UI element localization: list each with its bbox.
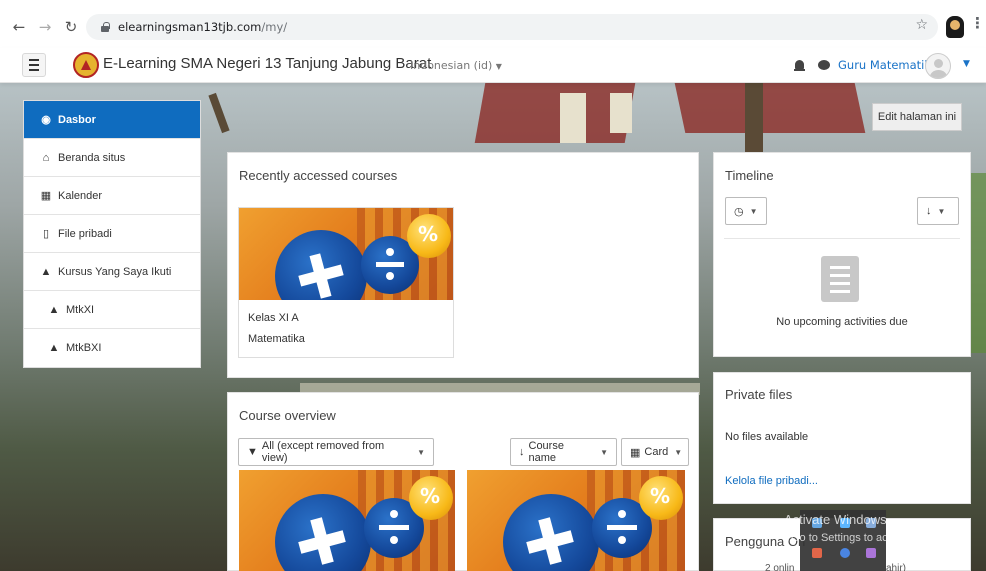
file-icon: ▯ xyxy=(42,228,50,240)
chevron-down-icon: ▼ xyxy=(937,206,946,216)
course-image[interactable]: % xyxy=(467,470,685,571)
edit-page-button[interactable]: Edit halaman ini xyxy=(872,103,962,131)
view-label: Card xyxy=(644,446,669,458)
timeline-filter-dropdown[interactable]: ◷ ▼ xyxy=(725,197,767,225)
sidebar-item-mtkbxi[interactable]: ▲ MtkBXI xyxy=(24,329,200,367)
avatar[interactable] xyxy=(925,53,951,79)
tray-app-icon[interactable] xyxy=(840,548,850,558)
sort-label: Course name xyxy=(528,440,564,464)
notification-bell-icon[interactable] xyxy=(794,60,805,72)
sidebar-item-label: File pribadi xyxy=(58,227,112,240)
chevron-down-icon: ▼ xyxy=(495,62,502,71)
graduation-cap-icon: ▲ xyxy=(40,265,52,278)
online-count-text: 2 onlin xyxy=(765,563,795,571)
manage-private-files-link[interactable]: Kelola file pribadi... xyxy=(725,475,818,487)
tray-app-icon[interactable] xyxy=(812,548,822,558)
clock-icon: ◷ xyxy=(734,205,744,218)
bookmark-star-icon[interactable]: ☆ xyxy=(915,17,928,33)
sort-icon: ↓ xyxy=(519,446,525,458)
graduation-cap-icon: ▲ xyxy=(48,342,60,354)
sidebar-item-file-pribadi[interactable]: ▯ File pribadi xyxy=(24,215,200,253)
url-path: /my/ xyxy=(261,20,288,34)
extension-icon[interactable] xyxy=(946,16,964,38)
course-category: Matematika xyxy=(248,333,305,345)
course-view-dropdown[interactable]: ▦ Card ▼ xyxy=(621,438,689,466)
sidebar-item-kursus-yang-saya-ikuti[interactable]: ▲ Kursus Yang Saya Ikuti xyxy=(24,253,200,291)
course-image[interactable]: % xyxy=(239,208,453,300)
menu-toggle-button[interactable] xyxy=(22,53,46,77)
calendar-icon: ▦ xyxy=(40,190,52,202)
card-title: Recently accessed courses xyxy=(239,168,398,183)
language-label: Indonesian (id) xyxy=(410,59,493,72)
sidebar-item-label: Dasbor xyxy=(58,113,96,126)
sidebar-item-dasbor[interactable]: ◉ Dasbor xyxy=(24,101,200,139)
chevron-down-icon: ▼ xyxy=(749,206,758,216)
sidebar-item-label: Beranda situs xyxy=(58,151,126,164)
sidebar-item-label: Kalender xyxy=(58,189,103,202)
sidebar-item-kalender[interactable]: ▦ Kalender xyxy=(24,177,200,215)
divider xyxy=(724,238,960,239)
sidebar-item-label: Kursus Yang Saya Ikuti xyxy=(58,265,172,278)
chevron-down-icon: ▼ xyxy=(417,447,425,457)
back-icon[interactable]: ← xyxy=(8,12,30,42)
course-name[interactable]: Kelas XI A xyxy=(248,312,299,324)
sidebar-item-beranda-situs[interactable]: ⌂ Beranda situs xyxy=(24,139,200,177)
filter-icon: ▼ xyxy=(247,446,258,458)
site-navbar: E-Learning SMA Negeri 13 Tanjung Jabung … xyxy=(0,48,986,83)
address-bar[interactable]: elearningsman13tjb.com/my/ ☆ xyxy=(86,14,938,40)
graduation-cap-icon: ▲ xyxy=(48,303,60,316)
windows-activation-title: Activate Windows xyxy=(784,512,887,527)
sort-icon: ↓ xyxy=(926,205,932,217)
screen: ← → ↻ elearningsman13tjb.com/my/ ☆ ⋮ E-L… xyxy=(0,0,986,571)
chevron-down-icon: ▼ xyxy=(600,447,608,457)
sidebar-item-mtkxi[interactable]: ▲ MtkXI xyxy=(24,291,200,329)
lock-icon xyxy=(100,22,110,32)
browser-chrome: ← → ↻ elearningsman13tjb.com/my/ ☆ ⋮ xyxy=(0,0,986,48)
online-count-text-tail: ahir) xyxy=(886,563,907,571)
user-menu-chevron-icon[interactable]: ▼ xyxy=(963,59,970,69)
sidebar-item-label: MtkBXI xyxy=(66,342,102,354)
timeline-empty-message: No upcoming activities due xyxy=(776,316,908,328)
timeline-sort-dropdown[interactable]: ↓ ▼ xyxy=(917,197,959,225)
sidebar-nav: ◉ Dasbor ⌂ Beranda situs ▦ Kalender ▯ Fi… xyxy=(23,100,201,368)
card-title: Course overview xyxy=(239,408,336,423)
tray-app-icon[interactable] xyxy=(866,548,876,558)
forward-icon[interactable]: → xyxy=(34,12,56,42)
sidebar-item-label: MtkXI xyxy=(66,303,95,316)
empty-list-icon xyxy=(821,256,859,302)
private-files-empty-message: No files available xyxy=(725,431,809,443)
course-filter-dropdown[interactable]: ▼ All (except removed from view) ▼ xyxy=(238,438,434,466)
user-name[interactable]: Guru Matematika xyxy=(838,58,938,72)
reload-icon[interactable]: ↻ xyxy=(60,12,82,42)
url-domain: elearningsman13tjb.com xyxy=(118,20,262,34)
filter-label: All (except removed from view) xyxy=(261,440,385,464)
course-sort-dropdown[interactable]: ↓ Course name ▼ xyxy=(510,438,617,466)
windows-activation-text: Go to Settings to activate Windows. xyxy=(791,532,965,544)
chevron-down-icon: ▼ xyxy=(674,447,683,457)
card-title: Timeline xyxy=(725,168,774,183)
card-title: Private files xyxy=(725,387,793,402)
address-row: ← → ↻ elearningsman13tjb.com/my/ ☆ xyxy=(0,12,986,42)
browser-menu-icon[interactable]: ⋮ xyxy=(970,14,985,32)
dashboard-icon: ◉ xyxy=(41,114,51,126)
home-icon: ⌂ xyxy=(42,151,50,164)
site-name[interactable]: E-Learning SMA Negeri 13 Tanjung Jabung … xyxy=(103,55,431,72)
grid-icon: ▦ xyxy=(630,446,641,459)
school-logo[interactable] xyxy=(73,52,99,78)
messages-icon[interactable] xyxy=(818,60,830,70)
language-menu[interactable]: Indonesian (id) ▼ xyxy=(410,59,502,72)
course-image[interactable]: % xyxy=(239,470,455,571)
